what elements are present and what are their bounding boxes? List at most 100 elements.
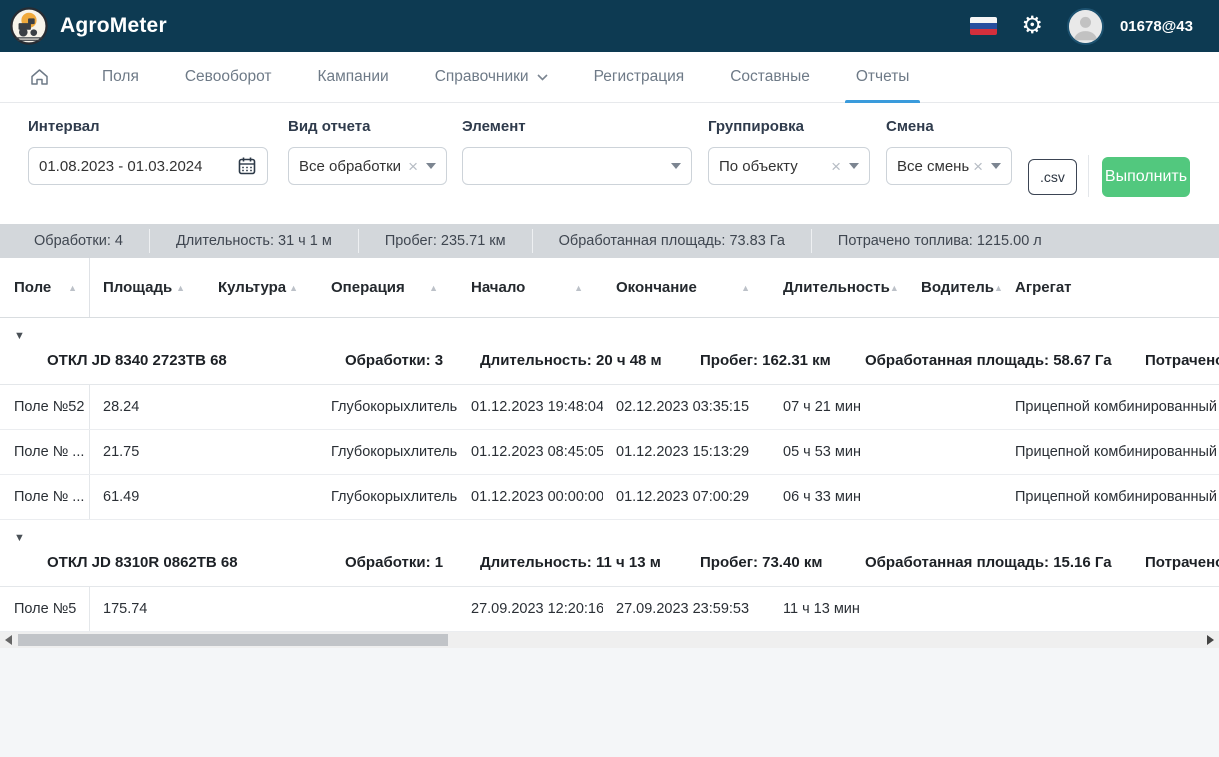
report-filters: Интервал 01.08.2023 - 01.03.2024 Вид отч… [0,103,1219,214]
cell-culture [205,385,318,429]
column-header-9[interactable]: Агрегат [1002,258,1219,317]
element-label: Элемент [462,118,692,135]
shift-value: Все смены [897,158,969,175]
group-block: ▼ ОТКЛ JD 8340 2723ТВ 68 Обработки: 3 Длите… [0,318,1219,520]
table-header-row: Поле▲Площадь▲Культура▲Операция▲Начало▲Ок… [0,258,1219,318]
nav-tab-регистрация[interactable]: Регистрация [571,52,708,103]
sort-arrow-icon[interactable]: ▲ [741,283,750,293]
column-header-5[interactable]: Начало▲ [458,258,603,317]
cell-field: Поле №5 [0,587,90,631]
cell-culture [205,587,318,631]
agrometer-logo-icon[interactable] [10,7,48,45]
main-nav: Поля Севооборот Кампании Справочники Регистр… [0,52,1219,103]
language-flag-icon[interactable] [970,17,997,35]
user-avatar[interactable] [1067,8,1104,45]
totals-summary-bar: Обработки: 4Длительность: 31 ч 1 мПробег… [0,224,1219,258]
cell-driver [908,385,1002,429]
column-header-label: Культура [218,279,286,296]
scroll-left-arrow-icon[interactable] [5,635,12,645]
summary-stat: Пробег: 235.71 км [358,229,532,253]
table-row[interactable]: Поле №5228.24Глубокорыхлитель01.12.2023 … [0,385,1219,430]
report-type-value: Все обработки [299,158,404,175]
nav-tab-label: Поля [102,68,139,86]
nav-tab-составные[interactable]: Составные [707,52,833,103]
group-stat: Обработки: 3 [345,352,443,369]
cell-area: 61.49 [90,475,205,519]
home-icon[interactable] [30,68,49,86]
scroll-right-arrow-icon[interactable] [1207,635,1214,645]
group-stat: Потрачено [1145,554,1219,571]
sort-arrow-icon[interactable]: ▲ [289,283,298,293]
collapse-group-icon[interactable]: ▼ [14,331,25,342]
cell-operation [318,587,458,631]
table-row[interactable]: Поле № ...61.49Глубокорыхлитель01.12.202… [0,475,1219,520]
column-header-label: Поле [14,279,51,296]
column-header-label: Агрегат [1015,279,1072,296]
nav-tab-label: Справочники [435,68,529,86]
cell-implement [1002,587,1219,631]
clear-icon[interactable]: × [831,158,841,175]
nav-tab-отчеты[interactable]: Отчеты [833,52,933,103]
cell-start: 01.12.2023 08:45:05 [458,430,603,474]
shift-select[interactable]: Все смены × [886,147,1012,185]
sort-arrow-icon[interactable]: ▲ [890,283,899,293]
scrollbar-thumb[interactable] [18,634,448,646]
column-header-label: Площадь [103,279,172,296]
interval-label: Интервал [28,118,268,135]
settings-gear-icon[interactable]: ⚙ [1021,14,1043,38]
clear-icon[interactable]: × [973,158,983,175]
column-header-2[interactable]: Площадь ▲ [90,258,205,317]
group-stat: Длительность: 20 ч 48 м [480,352,662,369]
cell-operation: Глубокорыхлитель [318,430,458,474]
nav-tab-справочники[interactable]: Справочники [412,52,571,103]
column-header-1[interactable]: Поле ▲ [0,258,90,317]
cell-driver [908,475,1002,519]
cell-end: 27.09.2023 23:59:53 [603,587,770,631]
group-title: ОТКЛ JD 8340 2723ТВ 68 [47,352,227,369]
cell-area: 21.75 [90,430,205,474]
column-header-label: Окончание [616,279,697,296]
csv-export-button[interactable]: .csv [1028,159,1077,195]
nav-tab-севооборот[interactable]: Севооборот [162,52,295,103]
cell-duration: 05 ч 53 мин [770,430,908,474]
report-table: Поле▲Площадь▲Культура▲Операция▲Начало▲Ок… [0,258,1219,632]
cell-end: 01.12.2023 07:00:29 [603,475,770,519]
table-row[interactable]: Поле № ...21.75Глубокорыхлитель01.12.202… [0,430,1219,475]
group-stat: Обработанная площадь: 15.16 Га [865,554,1112,571]
clear-icon[interactable]: × [408,158,418,175]
calendar-icon[interactable] [237,156,257,176]
element-select[interactable] [462,147,692,185]
column-header-7[interactable]: Длительность▲ [770,258,908,317]
chevron-down-icon [991,163,1001,169]
sort-arrow-icon[interactable]: ▲ [429,283,438,293]
column-header-6[interactable]: Окончание ▲ [603,258,770,317]
nav-tab-поля[interactable]: Поля [79,52,162,103]
cell-area: 28.24 [90,385,205,429]
horizontal-scrollbar[interactable] [0,632,1219,648]
sort-arrow-icon[interactable]: ▲ [994,283,1002,293]
sort-arrow-icon[interactable]: ▲ [176,283,185,293]
sort-arrow-icon[interactable]: ▲ [68,283,77,293]
column-header-label: Длительность [783,279,890,296]
grouping-value: По объекту [719,158,827,175]
sort-arrow-icon[interactable]: ▲ [574,283,583,293]
column-header-4[interactable]: Операция▲ [318,258,458,317]
collapse-group-icon[interactable]: ▼ [14,533,25,544]
interval-date-input[interactable]: 01.08.2023 - 01.03.2024 [28,147,268,185]
top-bar: AgroMeter ⚙ 01678@43 [0,0,1219,52]
nav-tab-label: Кампании [317,68,388,86]
column-header-3[interactable]: Культура▲ [205,258,318,317]
column-header-8[interactable]: Водитель▲ [908,258,1002,317]
cell-start: 01.12.2023 19:48:04 [458,385,603,429]
group-stat: Пробег: 73.40 км [700,554,822,571]
cell-driver [908,587,1002,631]
nav-tab-кампании[interactable]: Кампании [294,52,411,103]
group-title: ОТКЛ JD 8310R 0862ТВ 68 [47,554,238,571]
table-row[interactable]: Поле №5175.7427.09.2023 12:20:1627.09.20… [0,587,1219,632]
grouping-select[interactable]: По объекту × [708,147,870,185]
chevron-down-icon [671,163,681,169]
report-type-select[interactable]: Все обработки × [288,147,447,185]
group-summary-row: ОТКЛ JD 8310R 0862ТВ 68Обработки: 1Длите… [0,544,1219,587]
run-report-button[interactable]: Выполнить [1102,157,1190,197]
group-summary-row: ОТКЛ JD 8340 2723ТВ 68 Обработки: 3 Длител… [0,342,1219,385]
